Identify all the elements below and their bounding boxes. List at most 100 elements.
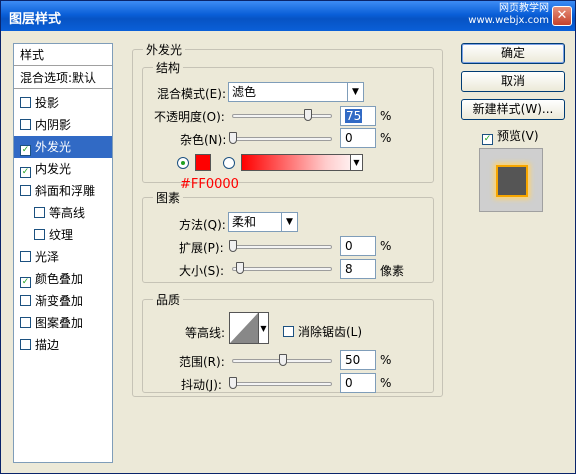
style-item-label: 渐变叠加: [35, 294, 84, 308]
close-button[interactable]: ✕: [552, 6, 572, 26]
style-item[interactable]: ✓ 外发光: [14, 136, 112, 158]
new-style-button[interactable]: 新建样式(W)...: [461, 99, 565, 120]
style-item[interactable]: 光泽: [14, 246, 112, 268]
blend-mode-select[interactable]: 滤色 ▼: [228, 82, 364, 102]
cancel-button[interactable]: 取消: [461, 71, 565, 92]
range-input[interactable]: 50: [340, 350, 376, 370]
style-item[interactable]: ✓ 内发光: [14, 158, 112, 180]
checkbox-checked-icon[interactable]: ✓: [20, 277, 31, 288]
noise-slider-thumb[interactable]: [229, 132, 237, 144]
style-item-label: 图案叠加: [35, 316, 84, 330]
checkbox-icon[interactable]: [20, 119, 31, 130]
spread-percent: %: [380, 239, 392, 253]
contour-label: 等高线:: [185, 326, 226, 340]
style-item[interactable]: 渐变叠加: [14, 290, 112, 312]
style-item[interactable]: 投影: [14, 92, 112, 114]
watermark-line1: 网页教学网: [499, 3, 549, 14]
preview-check-icon: ✓: [482, 134, 493, 145]
style-item[interactable]: 斜面和浮雕: [14, 180, 112, 202]
noise-input[interactable]: 0: [340, 128, 376, 148]
noise-label: 杂色(N):: [180, 133, 227, 147]
style-item[interactable]: 等高线: [14, 202, 112, 224]
technique-label: 方法(Q):: [179, 218, 226, 232]
range-label: 范围(R):: [179, 355, 225, 369]
size-slider-thumb[interactable]: [236, 262, 244, 274]
gradient-radio[interactable]: [223, 157, 235, 169]
styles-list: 样式 混合选项:默认 投影内阴影 ✓ 外发光 ✓ 内发光斜面和浮雕等高线纹理光泽 ✓ 颜色叠…: [13, 43, 113, 463]
checkbox-checked-icon[interactable]: ✓: [20, 167, 31, 178]
antialias-label: 消除锯齿(L): [298, 325, 363, 339]
checkbox-icon[interactable]: [20, 295, 31, 306]
gradient-picker[interactable]: ▼: [241, 154, 363, 171]
checkbox-icon[interactable]: [20, 339, 31, 350]
style-item[interactable]: ✓ 颜色叠加: [14, 268, 112, 290]
watermark-line2: www.webjx.com: [468, 15, 549, 26]
spread-slider[interactable]: [232, 245, 332, 249]
spread-slider-thumb[interactable]: [229, 240, 237, 252]
noise-slider[interactable]: [232, 137, 332, 141]
title-bar: 图层样式 网页教学网 www.webjx.com ✕: [1, 1, 575, 31]
style-item[interactable]: 纹理: [14, 224, 112, 246]
antialias-checkbox[interactable]: 消除锯齿(L): [283, 323, 362, 340]
opacity-slider-thumb[interactable]: [304, 109, 312, 121]
size-slider[interactable]: [232, 267, 332, 271]
jitter-percent: %: [380, 376, 392, 390]
style-item-label: 内阴影: [35, 118, 72, 132]
noise-percent: %: [380, 131, 392, 145]
size-input[interactable]: 8: [340, 259, 376, 279]
quality-title: 品质: [153, 291, 184, 308]
watermark: 网页教学网 www.webjx.com: [468, 3, 549, 27]
color-hex-annotation: #FF0000: [180, 177, 239, 192]
antialias-check-icon: [283, 326, 294, 337]
ok-button[interactable]: 确定: [461, 43, 565, 64]
glow-color-swatch[interactable]: [195, 154, 211, 171]
jitter-value: 0: [345, 376, 353, 390]
solid-color-radio[interactable]: [177, 157, 189, 169]
opacity-percent: %: [380, 109, 392, 123]
checkbox-icon[interactable]: [34, 229, 45, 240]
contour-dropdown-icon[interactable]: ▼: [259, 312, 269, 344]
close-icon: ✕: [556, 8, 568, 23]
checkbox-checked-icon[interactable]: ✓: [20, 145, 31, 156]
opacity-label: 不透明度(O):: [154, 110, 225, 124]
spread-value: 0: [345, 239, 353, 253]
jitter-label: 抖动(J):: [181, 378, 222, 392]
blend-mode-value: 滤色: [232, 85, 257, 99]
styles-header[interactable]: 样式: [14, 44, 112, 66]
checkbox-icon[interactable]: [20, 97, 31, 108]
range-percent: %: [380, 353, 392, 367]
style-item-label: 纹理: [49, 228, 74, 242]
style-item-label: 投影: [35, 96, 60, 110]
preview-swatch: [496, 165, 528, 197]
range-slider-thumb[interactable]: [279, 354, 287, 366]
checkbox-icon[interactable]: [34, 207, 45, 218]
style-item-label: 斜面和浮雕: [35, 184, 96, 198]
blending-options-item[interactable]: 混合选项:默认: [14, 67, 112, 89]
noise-value: 0: [345, 131, 353, 145]
opacity-input[interactable]: 75: [340, 106, 376, 126]
style-item-label: 外发光: [35, 140, 72, 154]
preview-label: 预览(V): [497, 129, 539, 143]
spread-input[interactable]: 0: [340, 236, 376, 256]
preview-checkbox[interactable]: ✓ 预览(V): [482, 127, 539, 145]
jitter-slider-thumb[interactable]: [229, 377, 237, 389]
style-item[interactable]: 内阴影: [14, 114, 112, 136]
style-item[interactable]: 图案叠加: [14, 312, 112, 334]
radio-dot-icon: [181, 161, 185, 165]
jitter-input[interactable]: 0: [340, 373, 376, 393]
style-item-label: 描边: [35, 338, 60, 352]
structure-title: 结构: [153, 59, 184, 76]
chevron-down-icon: ▼: [281, 213, 297, 231]
elements-title: 图素: [153, 189, 184, 206]
technique-select[interactable]: 柔和 ▼: [228, 212, 298, 232]
style-preview: [479, 148, 543, 212]
jitter-slider[interactable]: [232, 382, 332, 386]
contour-thumbnail[interactable]: [229, 312, 259, 344]
checkbox-icon[interactable]: [20, 185, 31, 196]
checkbox-icon[interactable]: [20, 317, 31, 328]
style-item-label: 等高线: [49, 206, 86, 220]
gradient-dropdown-icon[interactable]: ▼: [350, 155, 362, 170]
style-item[interactable]: 描边: [14, 334, 112, 356]
checkbox-icon[interactable]: [20, 251, 31, 262]
opacity-slider[interactable]: [232, 114, 332, 118]
